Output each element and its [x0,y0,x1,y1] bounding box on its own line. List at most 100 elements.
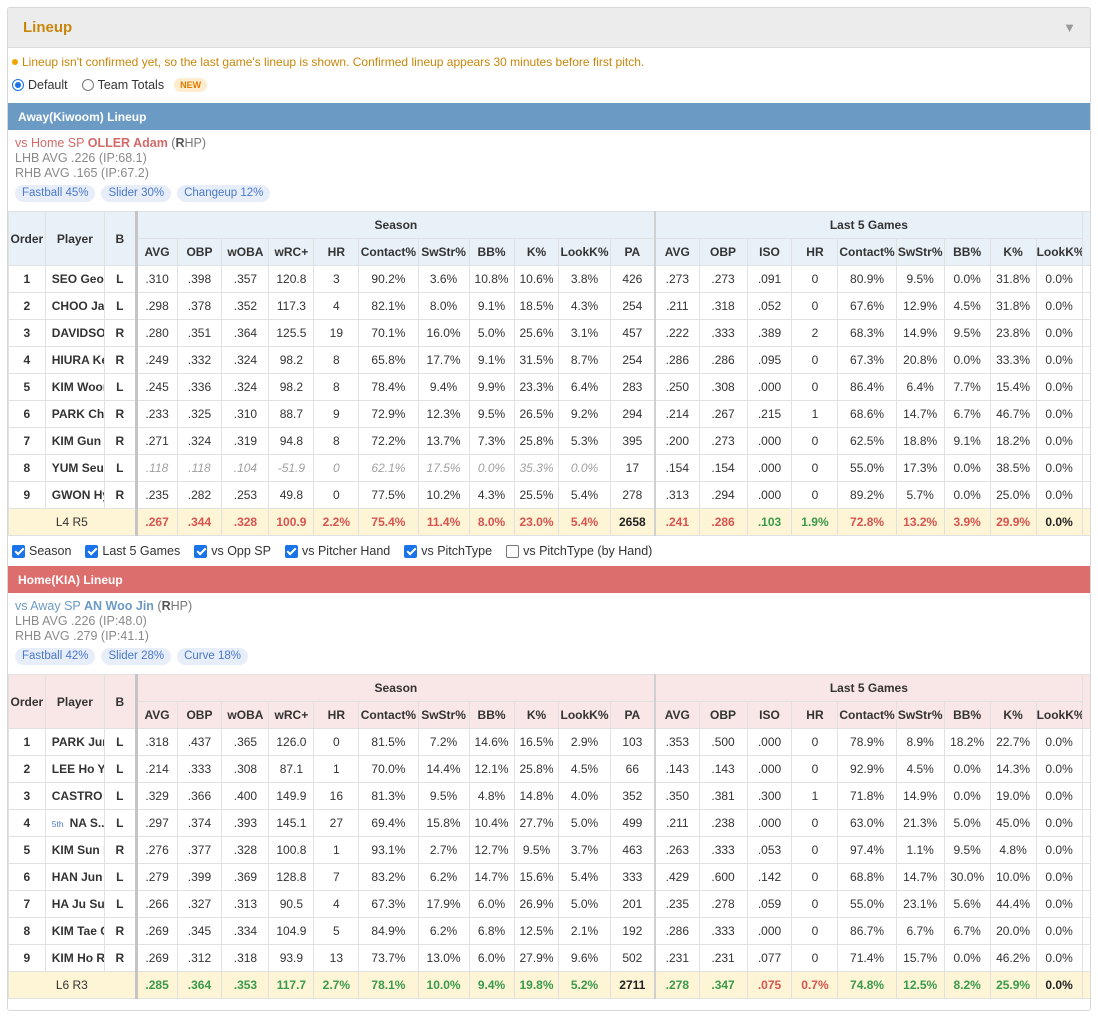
last5-stat-cell: .231 [654,944,700,972]
last5-col-header[interactable]: SwStr% [895,701,945,729]
player-name-cell[interactable]: KIM Sun Bin [44,836,106,864]
last5-col-header[interactable]: SwStr% [895,238,945,266]
player-name[interactable]: DAVIDSON... [52,326,104,340]
player-name-cell[interactable]: KIM Tae Gun [44,917,106,945]
filter-checkbox[interactable]: vs Opp SP [194,544,271,558]
player-name[interactable]: CASTRO H... [52,789,104,803]
filter-checkbox[interactable]: Season [12,544,71,558]
season-col-header[interactable]: OBP [176,238,223,266]
player-name[interactable]: GWON Hy... [52,488,104,502]
player-name-cell[interactable]: KIM Ho Ry... [44,944,106,972]
radio-default[interactable]: Default [12,78,68,92]
player-name[interactable]: KIM Tae Gun [52,924,104,938]
season-stat-cell: .308 [221,755,270,783]
player-name-cell[interactable]: DAVIDSON... [44,319,106,347]
player-name[interactable]: KIM Woon... [52,380,104,394]
player-name[interactable]: PARK Cha... [52,407,104,421]
season-col-header[interactable]: AVG [134,701,178,729]
player-name-cell[interactable]: PARK Cha... [44,400,106,428]
season-col-header[interactable]: wRC+ [268,701,315,729]
last5-col-header[interactable]: BB% [943,238,991,266]
last5-col-header[interactable]: K% [989,238,1037,266]
filter-checkbox[interactable]: Last 5 Games [85,544,180,558]
player-name-cell[interactable]: HAN Jun Su [44,863,106,891]
player-name[interactable]: PARK Jun... [52,735,104,749]
player-name-cell[interactable]: 5th NA S... [44,809,106,837]
player-name[interactable]: YUM Seun... [52,461,104,475]
player-name[interactable]: NA S... [70,816,104,830]
season-col-header[interactable]: wOBA [221,701,270,729]
filter-checkbox[interactable]: vs PitchType [404,544,492,558]
player-name-cell[interactable]: PARK Jun... [44,728,106,756]
season-col-header[interactable]: PA [609,701,656,729]
player-name[interactable]: CHOO Jae... [52,299,104,313]
last5-col-header[interactable]: HR [791,238,839,266]
player-name[interactable]: HAN Jun Su [52,870,104,884]
player-name-cell[interactable]: CHOO Jae... [44,292,106,320]
season-col-header[interactable]: Contact% [358,238,419,266]
radio-team-totals[interactable]: Team Totals [81,78,164,92]
player-name-cell[interactable]: KIM Woon... [44,373,106,401]
last5-col-header[interactable]: ISO [746,238,793,266]
season-col-header[interactable]: AVG [134,238,178,266]
season-stat-cell: 5.4% [558,863,611,891]
season-col-header[interactable]: LookK% [558,238,611,266]
season-col-header[interactable]: HR [313,238,360,266]
season-col-header[interactable]: BB% [468,701,515,729]
player-name-cell[interactable]: SEO Geon ... [44,265,106,293]
checkbox-icon[interactable] [506,544,520,558]
player-name-cell[interactable]: YUM Seun... [44,454,106,482]
season-col-header[interactable]: LookK% [558,701,611,729]
away-sp-name[interactable]: OLLER Adam [88,136,168,150]
filter-checkbox[interactable]: vs PitchType (by Hand) [506,544,652,558]
season-col-header[interactable]: SwStr% [417,238,470,266]
last5-col-header[interactable]: LookK% [1035,238,1083,266]
player-name[interactable]: KIM Ho Ry... [52,951,104,965]
checkbox-icon[interactable] [194,544,208,558]
last5-col-header[interactable]: OBP [698,701,748,729]
collapse-triangle-icon[interactable]: ▼ [1063,20,1076,35]
player-name-cell[interactable]: HIURA Kes... [44,346,106,374]
filter-checkbox[interactable]: vs Pitcher Hand [284,544,390,558]
player-name[interactable]: SEO Geon ... [52,272,104,286]
season-stat-cell: 27 [313,809,360,837]
player-name[interactable]: HIURA Kes... [52,353,104,367]
last5-col-header[interactable]: AVG [654,238,700,266]
player-name-cell[interactable]: GWON Hy... [44,481,106,509]
last5-col-header[interactable]: AVG [654,701,700,729]
last5-col-header[interactable]: OBP [698,238,748,266]
season-col-header[interactable]: HR [313,701,360,729]
last5-col-header[interactable]: HR [791,701,839,729]
season-col-header[interactable]: OBP [176,701,223,729]
player-name[interactable]: HA Ju Suk [52,897,104,911]
player-name[interactable]: KIM Sun Bin [52,843,104,857]
player-name-cell[interactable]: KIM Gun H... [44,427,106,455]
player-name[interactable]: KIM Gun H... [52,434,104,448]
last5-col-header[interactable]: ISO [746,701,793,729]
last5-col-header[interactable]: LookK% [1035,701,1083,729]
season-col-header[interactable]: K% [513,238,560,266]
checkbox-icon[interactable] [12,544,25,558]
season-col-header[interactable]: wRC+ [268,238,315,266]
last5-col-header[interactable]: K% [989,701,1037,729]
season-col-header[interactable]: BB% [468,238,515,266]
last5-col-header[interactable]: Contact% [837,238,897,266]
radio-team-totals-icon[interactable] [81,79,94,91]
last5-col-header[interactable]: BB% [943,701,991,729]
checkbox-icon[interactable] [85,544,99,558]
season-col-header[interactable]: Contact% [358,701,419,729]
season-col-header[interactable]: PA [609,238,656,266]
player-name-cell[interactable]: HA Ju Suk [44,890,106,918]
home-sp-name[interactable]: AN Woo Jin [84,599,154,613]
checkbox-icon[interactable] [284,544,298,558]
season-col-header[interactable]: K% [513,701,560,729]
player-name[interactable]: LEE Ho Yeon [52,762,104,776]
last5-col-header[interactable]: Contact% [837,701,897,729]
player-name-cell[interactable]: CASTRO H... [44,782,106,810]
season-col-header[interactable]: wOBA [221,238,270,266]
radio-default-icon[interactable] [12,79,24,91]
checkbox-icon[interactable] [404,544,418,558]
panel-header[interactable]: Lineup ▼ [8,8,1090,48]
season-col-header[interactable]: SwStr% [417,701,470,729]
player-name-cell[interactable]: LEE Ho Yeon [44,755,106,783]
